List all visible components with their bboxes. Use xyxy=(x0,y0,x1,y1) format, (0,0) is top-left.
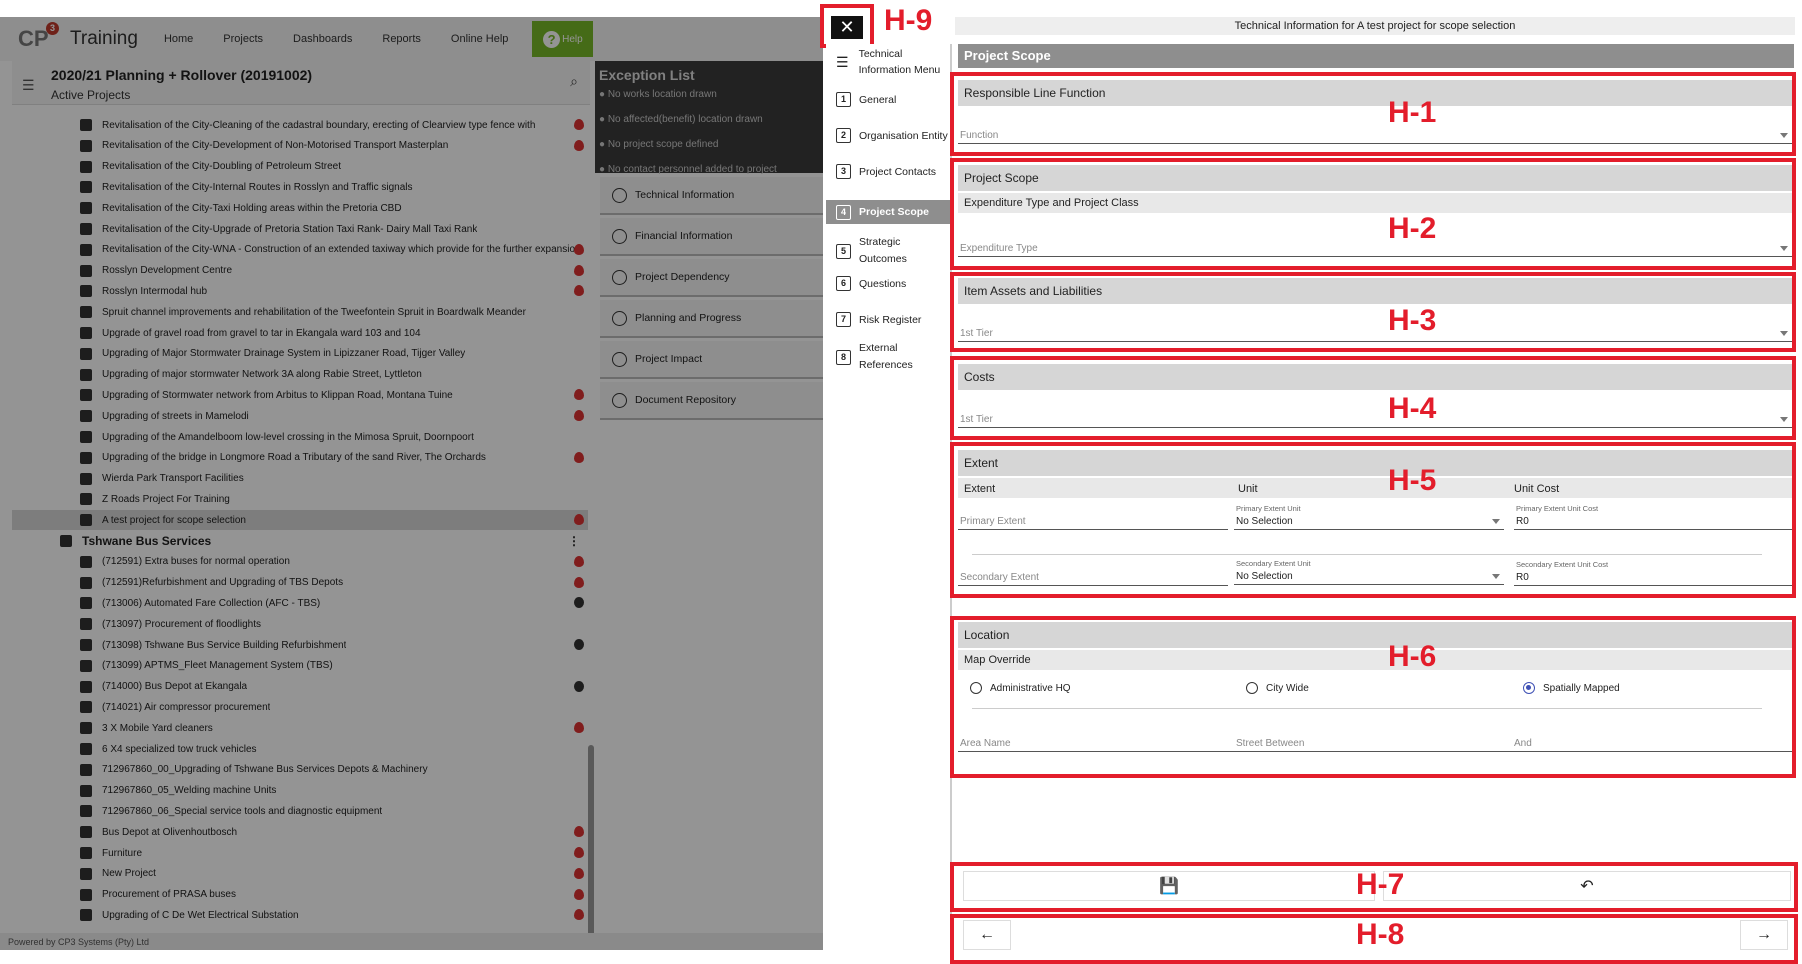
dialog-header: Technical Information for A test project… xyxy=(955,17,1795,35)
chevron-down-icon xyxy=(1492,574,1500,579)
section-costs: Costs xyxy=(958,364,1792,390)
radio-administrative-hq[interactable]: Administrative HQ xyxy=(970,682,1071,694)
save-icon: 💾 xyxy=(1159,878,1179,895)
annotation-label: H-7 xyxy=(1356,868,1405,901)
col-unit-cost: Unit Cost xyxy=(1514,483,1560,495)
subsection-map-override: Map Override xyxy=(958,650,1792,670)
menu-item-external-references[interactable]: 8 External References xyxy=(836,340,926,374)
forward-button[interactable]: → xyxy=(1740,920,1788,950)
function-select[interactable]: Function xyxy=(958,126,1792,144)
divider xyxy=(972,554,1762,555)
subsection-expenditure-type: Expenditure Type and Project Class xyxy=(958,193,1792,213)
col-unit: Unit xyxy=(1238,483,1258,495)
street-between-input[interactable]: Street Between xyxy=(1236,738,1304,749)
chevron-down-icon xyxy=(1780,417,1788,422)
menu-item-project-contacts[interactable]: 3 Project Contacts xyxy=(836,164,936,179)
menu-item-risk-register[interactable]: 7 Risk Register xyxy=(836,312,921,327)
annotation-label: H-6 xyxy=(1388,640,1437,673)
costs-tier-select[interactable]: 1st Tier xyxy=(958,410,1792,428)
area-name-input[interactable]: Area Name xyxy=(960,738,1011,749)
annotation-label: H-1 xyxy=(1388,96,1437,129)
chevron-down-icon xyxy=(1780,331,1788,336)
section-item-assets: Item Assets and Liabilities xyxy=(958,278,1792,304)
undo-icon: ↶ xyxy=(1580,878,1594,895)
secondary-cost-input[interactable]: R0 xyxy=(1514,568,1792,586)
section-location: Location xyxy=(958,622,1792,648)
menu-toggle[interactable]: ☰ Technical Information Menu xyxy=(836,46,940,78)
scope-content: Project Scope Responsible Line Function … xyxy=(950,44,1796,864)
secondary-extent-input[interactable]: Secondary Extent xyxy=(958,568,1228,586)
extent-columns xyxy=(958,478,1792,498)
annotation-label: H-2 xyxy=(1388,212,1437,245)
section-project-scope: Project Scope xyxy=(958,165,1792,191)
primary-unit-select[interactable]: No Selection xyxy=(1234,512,1504,530)
section-extent: Extent xyxy=(958,450,1792,476)
page-title: Project Scope xyxy=(958,44,1794,68)
technical-menu: ☰ Technical Information Menu 1 General 2 Or… xyxy=(826,44,952,944)
menu-item-organisation-entity[interactable]: 2 Organisation Entity xyxy=(836,128,948,143)
radio-spatially-mapped[interactable]: Spatially Mapped xyxy=(1523,682,1620,694)
annotation-label: H-8 xyxy=(1356,918,1405,951)
close-button[interactable]: ✕ xyxy=(831,16,863,39)
menu-item-project-scope[interactable]: 4 Project Scope xyxy=(826,200,950,224)
radio-selected-icon xyxy=(1523,682,1535,694)
col-extent: Extent xyxy=(964,483,996,495)
annotation-label: H-5 xyxy=(1388,464,1437,497)
menu-icon: ☰ xyxy=(836,53,849,70)
menu-item-general[interactable]: 1 General xyxy=(836,92,896,107)
chevron-down-icon xyxy=(1492,519,1500,524)
primary-extent-input[interactable]: Primary Extent xyxy=(958,512,1228,530)
arrow-left-icon: ← xyxy=(979,926,995,943)
menu-item-questions[interactable]: 6 Questions xyxy=(836,276,906,291)
save-button[interactable]: 💾 xyxy=(963,871,1375,901)
chevron-down-icon xyxy=(1780,246,1788,251)
radio-icon xyxy=(970,682,982,694)
assets-tier-select[interactable]: 1st Tier xyxy=(958,324,1792,342)
close-highlight-box: ✕ xyxy=(820,4,874,48)
menu-item-strategic-outcomes[interactable]: 5 Strategic Outcomes xyxy=(836,234,936,268)
back-button[interactable]: ← xyxy=(963,920,1011,950)
radio-city-wide[interactable]: City Wide xyxy=(1246,682,1309,694)
expenditure-type-select[interactable]: Expenditure Type xyxy=(958,239,1792,257)
chevron-down-icon xyxy=(1780,133,1788,138)
section-responsible-line-function: Responsible Line Function xyxy=(958,80,1792,106)
annotation-label: H-3 xyxy=(1388,304,1437,337)
primary-cost-input[interactable]: R0 xyxy=(1514,512,1792,530)
and-input[interactable]: And xyxy=(1514,738,1532,749)
annotation-label: H-9 xyxy=(884,4,933,37)
arrow-right-icon: → xyxy=(1756,926,1772,943)
annotation-label: H-4 xyxy=(1388,392,1437,425)
radio-icon xyxy=(1246,682,1258,694)
undo-button[interactable]: ↶ xyxy=(1383,871,1791,901)
modal-overlay xyxy=(0,17,823,950)
location-fields xyxy=(958,734,1792,752)
divider xyxy=(972,708,1762,709)
secondary-unit-select[interactable]: No Selection xyxy=(1234,567,1504,585)
